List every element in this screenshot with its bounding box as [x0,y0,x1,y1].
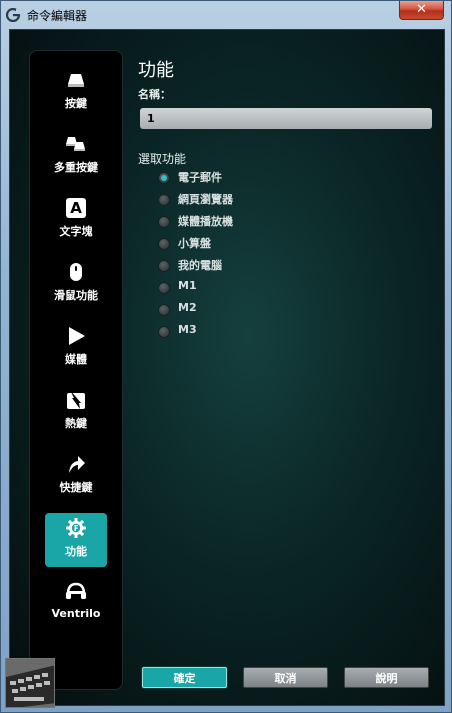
sidebar-item-hotkey[interactable]: 熱鍵 [45,385,107,439]
sidebar-item-mouse[interactable]: 滑鼠功能 [45,257,107,311]
sidebar-item-label: 滑鼠功能 [54,289,98,302]
play-icon [69,327,85,345]
editor-panel: 按鍵 多重按鍵 A 文字塊 滑鼠功能 媒體 熱鍵 快捷鍵 功能 Ventrilo… [9,29,445,706]
keyboard-thumbnail [5,658,55,708]
sidebar-item-label: 文字塊 [59,225,93,238]
text-block-icon: A [66,198,86,218]
sidebar-item-media[interactable]: 媒體 [45,321,107,375]
hotkey-icon [67,390,85,409]
name-field[interactable] [140,108,432,129]
radio-label: M2 [178,301,197,314]
command-type-sidebar: 按鍵 多重按鍵 A 文字塊 滑鼠功能 媒體 熱鍵 快捷鍵 功能 Ventrilo [29,50,123,690]
page-title: 功能 [138,60,174,81]
radio-button[interactable] [158,238,170,250]
ok-button[interactable]: 確定 [142,667,227,688]
radio-label: 媒體播放機 [178,215,233,228]
sidebar-item-label: Ventrilo [51,607,101,620]
radio-button[interactable] [158,282,170,294]
shortcut-arrow-icon [69,456,85,473]
sidebar-item-label: 熱鍵 [65,417,87,430]
sidebar-item-keystroke[interactable]: 按鍵 [45,65,107,119]
radio-button[interactable] [158,304,170,316]
radio-button[interactable] [158,216,170,228]
radio-label: 小算盤 [178,237,211,250]
radio-label: M1 [178,279,197,292]
radio-button[interactable] [158,172,170,184]
sidebar-item-text-block[interactable]: A 文字塊 [45,193,107,247]
close-button[interactable]: ✕ [399,1,444,20]
sidebar-item-ventrilo[interactable]: Ventrilo [45,577,107,631]
radio-label: 網頁瀏覽器 [178,193,233,206]
sidebar-item-label: 按鍵 [65,97,87,110]
window-title: 命令編輯器 [27,9,88,23]
select-function-label: 選取功能 [138,152,187,166]
radio-label: 電子郵件 [178,171,222,184]
radio-button[interactable] [158,194,170,206]
keyboard-image-icon [6,659,54,707]
logitech-g-icon [6,8,20,22]
help-button[interactable]: 說明 [344,667,429,688]
sidebar-item-label: 快捷鍵 [59,481,93,494]
sidebar-item-shortcut[interactable]: 快捷鍵 [45,449,107,503]
name-label: 名稱： [138,88,171,101]
close-icon: ✕ [416,2,427,17]
mouse-icon [70,263,82,281]
sidebar-item-label: 多重按鍵 [54,161,98,174]
command-editor-window: 命令編輯器 ✕ 按鍵 多重按鍵 A 文字塊 滑鼠功能 媒體 熱鍵 快捷鍵 功能 … [0,0,452,713]
sidebar-item-function[interactable]: 功能 [45,513,107,567]
radio-label: M3 [178,323,197,336]
cancel-button[interactable]: 取消 [243,667,328,688]
sidebar-item-label: 功能 [65,545,87,558]
function-gear-icon [66,518,86,538]
sidebar-item-label: 媒體 [65,353,87,366]
radio-button[interactable] [158,260,170,272]
radio-label: 我的電腦 [178,259,222,272]
radio-button[interactable] [158,326,170,338]
sidebar-item-multikey[interactable]: 多重按鍵 [45,129,107,183]
title-bar[interactable]: 命令編輯器 ✕ [1,1,451,29]
key-icon [68,74,84,87]
headset-icon [66,582,86,599]
multikey-icon [66,137,85,151]
